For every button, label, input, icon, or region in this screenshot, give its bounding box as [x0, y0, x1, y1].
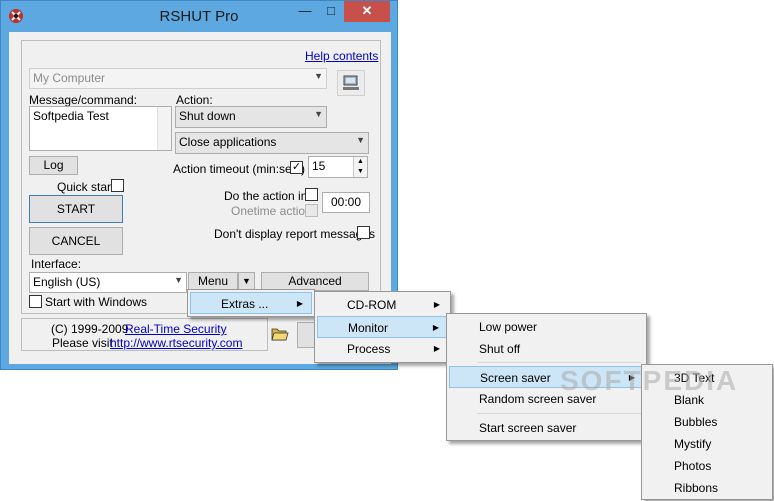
onetime-action-checkbox[interactable]	[305, 204, 318, 217]
submenu-arrow-icon: ▶	[296, 299, 303, 308]
timeout-value: 15	[312, 159, 326, 173]
menu-item-extras[interactable]: Extras ... ▶	[190, 292, 312, 314]
do-action-in-input[interactable]: 00:00	[322, 192, 370, 213]
message-label: Message/command:	[29, 93, 138, 107]
cancel-button[interactable]: CANCEL	[29, 227, 123, 255]
submenu-arrow-icon: ▶	[432, 323, 439, 332]
maximize-button[interactable]: □	[318, 1, 344, 22]
dont-display-label: Don't display report messages	[214, 227, 376, 241]
main-context-menu: Extras ... ▶	[187, 289, 315, 317]
start-button[interactable]: START	[29, 195, 123, 223]
menu-item-cd-rom-label: CD-ROM	[347, 298, 397, 312]
dropdown-arrow-icon: ▼	[242, 276, 251, 286]
message-scrollbar[interactable]	[157, 107, 171, 150]
menu-item-process-label: Process	[347, 342, 391, 356]
dropdown-arrow-icon: ▼	[314, 109, 323, 119]
do-action-in-label: Do the action in:	[224, 189, 311, 203]
computer-select-value: My Computer	[33, 71, 106, 85]
submenu-arrow-icon: ▶	[433, 344, 440, 353]
close-button[interactable]: ✕	[344, 1, 390, 22]
submenu-arrow-icon: ▶	[433, 300, 440, 309]
interface-value: English (US)	[33, 275, 101, 289]
quick-start-checkbox[interactable]	[111, 179, 124, 192]
menu-item-low-power-label: Low power	[479, 320, 538, 334]
menu-item-process[interactable]: Process ▶	[317, 338, 448, 360]
title-bar[interactable]: RSHUT Pro — □ ✕	[1, 1, 397, 33]
company-link[interactable]: Real-Time Security	[125, 322, 227, 336]
dropdown-arrow-icon: ▼	[314, 71, 323, 81]
computer-select[interactable]: My Computer ▼	[29, 68, 327, 89]
dont-display-checkbox[interactable]	[357, 226, 370, 239]
message-textarea[interactable]: Softpedia Test	[29, 106, 172, 151]
menu-item-photos[interactable]: Photos	[644, 455, 770, 477]
website-link[interactable]: http://www.rtsecurity.com	[110, 336, 242, 350]
quick-start-label: Quick start	[57, 180, 115, 194]
action-mode-value: Close applications	[179, 135, 277, 149]
action-label: Action:	[176, 93, 213, 107]
menu-item-bubbles-label: Bubbles	[674, 415, 718, 429]
menu-item-mystify-label: Mystify	[674, 437, 712, 451]
onetime-action-label: Onetime action	[231, 204, 312, 218]
menu-item-ribbons-label: Ribbons	[674, 481, 719, 495]
menu-item-monitor[interactable]: Monitor ▶	[317, 316, 448, 338]
menu-item-monitor-label: Monitor	[348, 321, 389, 335]
start-with-windows-checkbox[interactable]	[29, 295, 42, 308]
timeout-spinner[interactable]: ▲ ▼	[353, 157, 367, 177]
action-select-value: Shut down	[179, 109, 236, 123]
menu-item-shut-off-label: Shut off	[479, 342, 521, 356]
menu-item-photos-label: Photos	[674, 459, 712, 473]
menu-item-low-power[interactable]: Low power	[449, 316, 644, 338]
menu-separator	[477, 413, 642, 414]
help-contents-link[interactable]: Help contents	[305, 49, 378, 63]
start-with-windows-label: Start with Windows	[45, 295, 148, 309]
menu-item-start-screen-saver[interactable]: Start screen saver	[449, 417, 644, 439]
menu-item-bubbles[interactable]: Bubbles	[644, 411, 770, 433]
menu-item-start-screen-saver-label: Start screen saver	[479, 421, 577, 435]
menu-separator	[477, 362, 642, 363]
menu-item-mystify[interactable]: Mystify	[644, 433, 770, 455]
timeout-label: Action timeout (min:sec.)	[173, 162, 306, 176]
watermark: SOFTPEDIA	[560, 365, 739, 396]
do-action-in-checkbox[interactable]	[305, 188, 318, 201]
dropdown-arrow-icon: ▼	[174, 275, 183, 285]
do-action-in-value: 00:00	[330, 195, 362, 209]
action-mode-select[interactable]: Close applications ▼	[175, 132, 369, 154]
interface-select[interactable]: English (US) ▼	[29, 272, 187, 293]
extras-submenu: CD-ROM ▶ Monitor ▶ Process ▶	[314, 291, 451, 363]
menu-item-ribbons[interactable]: Ribbons	[644, 477, 770, 499]
visit-text: Please visit	[52, 336, 113, 350]
action-select[interactable]: Shut down ▼	[175, 106, 327, 128]
menu-item-shut-off[interactable]: Shut off	[449, 338, 644, 360]
log-button[interactable]: Log	[29, 156, 78, 175]
interface-label: Interface:	[31, 257, 82, 271]
menu-item-screen-saver-label: Screen saver	[480, 371, 551, 385]
timeout-input[interactable]: 15 ▲ ▼	[308, 156, 368, 178]
timeout-checkbox[interactable]: ✓	[290, 161, 303, 174]
menu-item-cd-rom[interactable]: CD-ROM ▶	[317, 294, 448, 316]
menu-item-extras-label: Extras ...	[221, 297, 269, 311]
open-folder-icon[interactable]	[271, 326, 289, 342]
dropdown-arrow-icon: ▼	[356, 135, 365, 145]
copyright-text: (C) 1999-2009	[51, 322, 129, 336]
minimize-button[interactable]: —	[292, 1, 318, 22]
message-value: Softpedia Test	[33, 109, 109, 123]
computer-browse-icon[interactable]	[337, 70, 365, 96]
